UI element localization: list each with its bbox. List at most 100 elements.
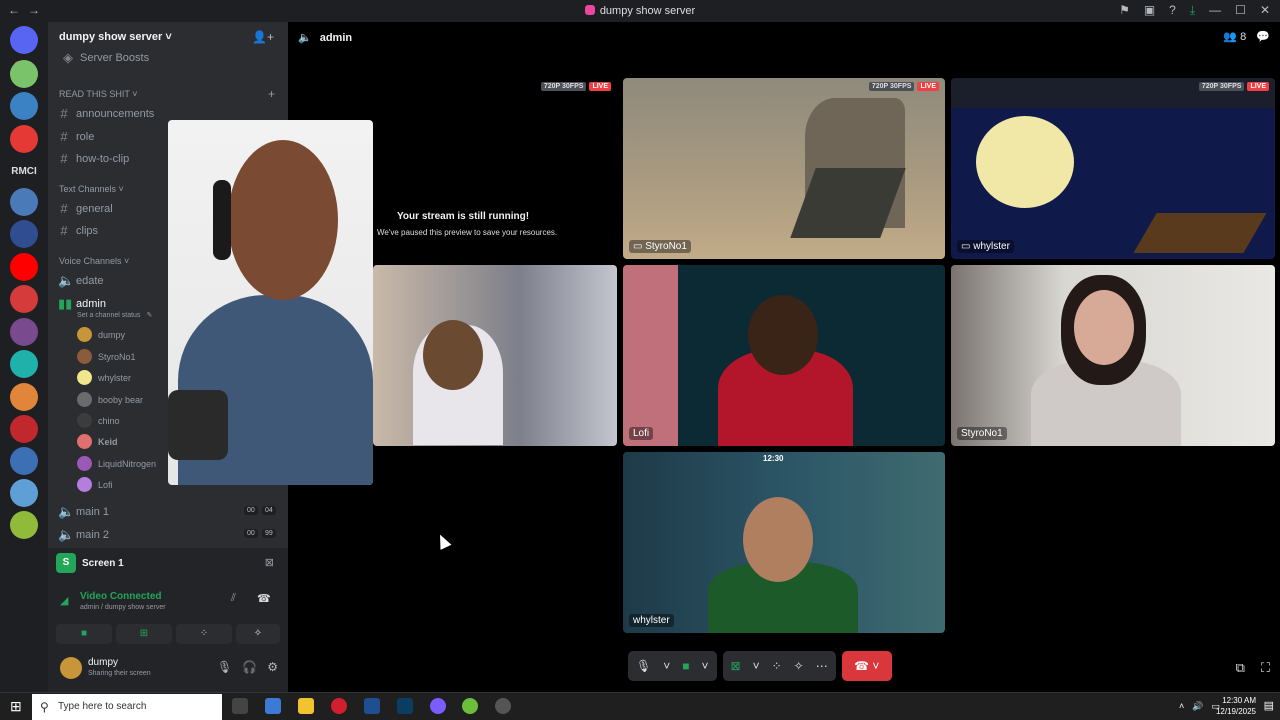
noise-suppression-icon[interactable]: ⫽ <box>231 592 236 605</box>
server-icon[interactable] <box>10 318 38 346</box>
server-icon[interactable] <box>10 92 38 120</box>
disconnect-icon[interactable]: ☎ <box>257 592 271 605</box>
server-icon[interactable] <box>10 511 38 539</box>
server-boosts-item[interactable]: ◈ Server Boosts <box>62 50 149 66</box>
camera-button[interactable]: ■ <box>56 624 112 644</box>
server-icon[interactable] <box>10 253 38 281</box>
connection-location[interactable]: admin / dumpy show server <box>80 604 166 611</box>
camera-tile[interactable]: 12:30 whylster <box>623 452 945 633</box>
app-icon[interactable] <box>364 698 380 714</box>
activities-icon[interactable]: ⁘ <box>772 659 782 673</box>
voice-user[interactable]: LiquidNitrogen <box>77 456 156 471</box>
camera-icon[interactable]: ■ <box>682 659 689 673</box>
windows-start-icon[interactable]: ⊞ <box>10 698 22 715</box>
channel-how-to-clip[interactable]: # how-to-clip <box>58 151 129 166</box>
voice-channel-admin[interactable]: ▮▮ admin <box>58 296 106 312</box>
server-rmci[interactable]: RMCI <box>6 166 42 177</box>
category-read[interactable]: READ THIS SHIT ˅ + <box>59 87 275 101</box>
username[interactable]: dumpy <box>88 657 118 668</box>
server-name[interactable]: dumpy show server ˅ <box>59 31 172 43</box>
stop-share-icon[interactable]: ⊠ <box>265 556 274 569</box>
server-icon[interactable] <box>10 350 38 378</box>
voice-channel-edate[interactable]: 🔈 edate <box>58 273 104 289</box>
stream-tile[interactable]: 720P 30FPS LIVE ▭ whylster <box>951 78 1275 259</box>
settings-icon[interactable]: ⚙ <box>267 660 278 674</box>
server-icon[interactable] <box>10 60 38 88</box>
opera-icon[interactable] <box>331 698 347 714</box>
channel-announcements[interactable]: # announcements <box>58 106 154 121</box>
video-connected-status[interactable]: Video Connected <box>80 591 162 602</box>
channel-status[interactable]: Set a channel status ✎ <box>77 311 152 320</box>
taskbar-clock[interactable]: 12:30 AM 12/19/2025 <box>1216 695 1256 717</box>
voice-user[interactable]: Lofi <box>77 477 113 492</box>
category-text[interactable]: Text Channels ˅ <box>59 184 124 194</box>
participants-icon[interactable]: 👥 8 <box>1223 30 1246 43</box>
chevron-down-icon[interactable]: ˅ <box>753 659 760 673</box>
camera-tile[interactable] <box>373 265 617 446</box>
screenshare-icon[interactable]: ⊠ <box>731 659 741 673</box>
headphones-icon[interactable]: 🎧 <box>242 660 257 674</box>
server-icon[interactable] <box>10 125 38 153</box>
stream-tile[interactable]: 720P 30FPS LIVE ▭ StyroNo1 <box>623 78 945 259</box>
discord-taskbar-icon[interactable] <box>495 698 511 714</box>
popout-icon[interactable]: ⧉ <box>1236 660 1245 676</box>
chat-icon[interactable]: 💬 <box>1256 30 1270 43</box>
close-button[interactable]: ✕ <box>1260 3 1270 18</box>
server-icon[interactable] <box>10 479 38 507</box>
voice-user[interactable]: whylster <box>77 370 131 385</box>
server-icon[interactable] <box>10 383 38 411</box>
file-explorer-icon[interactable] <box>298 698 314 714</box>
channel-clips[interactable]: # clips <box>58 223 98 238</box>
voice-user[interactable]: dumpy <box>77 327 125 342</box>
camera-tile[interactable]: StyroNo1 <box>951 265 1275 446</box>
inbox-icon[interactable]: ⚑ <box>1119 3 1130 18</box>
invite-icon[interactable]: 👤+ <box>252 30 274 44</box>
chevron-down-icon[interactable]: ˅ <box>702 659 709 673</box>
disconnect-button[interactable]: ☎ ˅ <box>841 651 892 681</box>
soundboard-icon[interactable]: ✧ <box>794 659 804 673</box>
minimize-button[interactable]: — <box>1209 3 1221 18</box>
voice-user[interactable]: booby bear <box>77 392 143 407</box>
soundboard-button[interactable]: ✧ <box>236 624 280 644</box>
maximize-button[interactable]: ☐ <box>1235 3 1246 18</box>
taskbar-search[interactable]: ⚲ Type here to search <box>32 694 222 720</box>
help-icon[interactable]: ? <box>1169 3 1176 18</box>
download-icon[interactable]: ⤓ <box>1190 3 1195 18</box>
volume-icon[interactable]: 🔊 <box>1192 701 1203 712</box>
self-camera-overlay[interactable] <box>168 120 373 485</box>
channel-role[interactable]: # role <box>58 129 94 144</box>
app-icon[interactable] <box>265 698 281 714</box>
mic-control[interactable]: 🎙 ˅ ■ ˅ <box>628 651 717 681</box>
app-icon[interactable] <box>430 698 446 714</box>
home-icon[interactable] <box>10 26 38 54</box>
server-icon[interactable] <box>10 447 38 475</box>
screen-share-card[interactable]: S Screen 1 <box>56 553 124 573</box>
avatar[interactable] <box>60 657 82 679</box>
server-icon[interactable] <box>10 188 38 216</box>
screen-icon[interactable]: ▣ <box>1144 3 1155 18</box>
voice-user[interactable]: chino <box>77 413 120 428</box>
channel-general[interactable]: # general <box>58 201 112 216</box>
voice-user[interactable]: Keid <box>77 434 118 449</box>
server-icon[interactable] <box>10 415 38 443</box>
fullscreen-icon[interactable]: ⛶ <box>1261 660 1270 676</box>
activities-button[interactable]: ⁘ <box>176 624 232 644</box>
task-view-icon[interactable] <box>232 698 248 714</box>
voice-user[interactable]: StyroNo1 <box>77 349 136 364</box>
screenshare-button[interactable]: ⊞ <box>116 624 172 644</box>
add-channel-icon[interactable]: + <box>268 87 275 101</box>
notification-icon[interactable]: ▤ <box>1264 699 1274 712</box>
app-icon[interactable] <box>462 698 478 714</box>
camera-tile[interactable]: Lofi <box>623 265 945 446</box>
mic-icon[interactable]: 🎙 <box>636 659 651 673</box>
voice-channel-main2[interactable]: 🔈 main 2 <box>58 527 109 543</box>
mic-icon[interactable]: 🎙 <box>217 660 232 674</box>
category-voice[interactable]: Voice Channels ˅ <box>59 256 129 266</box>
server-icon[interactable] <box>10 220 38 248</box>
server-icon[interactable] <box>10 285 38 313</box>
voice-channel-main1[interactable]: 🔈 main 1 <box>58 504 109 520</box>
photoshop-icon[interactable] <box>397 698 413 714</box>
chevron-up-icon[interactable]: ˄ <box>1179 701 1184 712</box>
more-icon[interactable]: ⋯ <box>816 659 828 673</box>
chevron-down-icon[interactable]: ˅ <box>663 659 670 673</box>
